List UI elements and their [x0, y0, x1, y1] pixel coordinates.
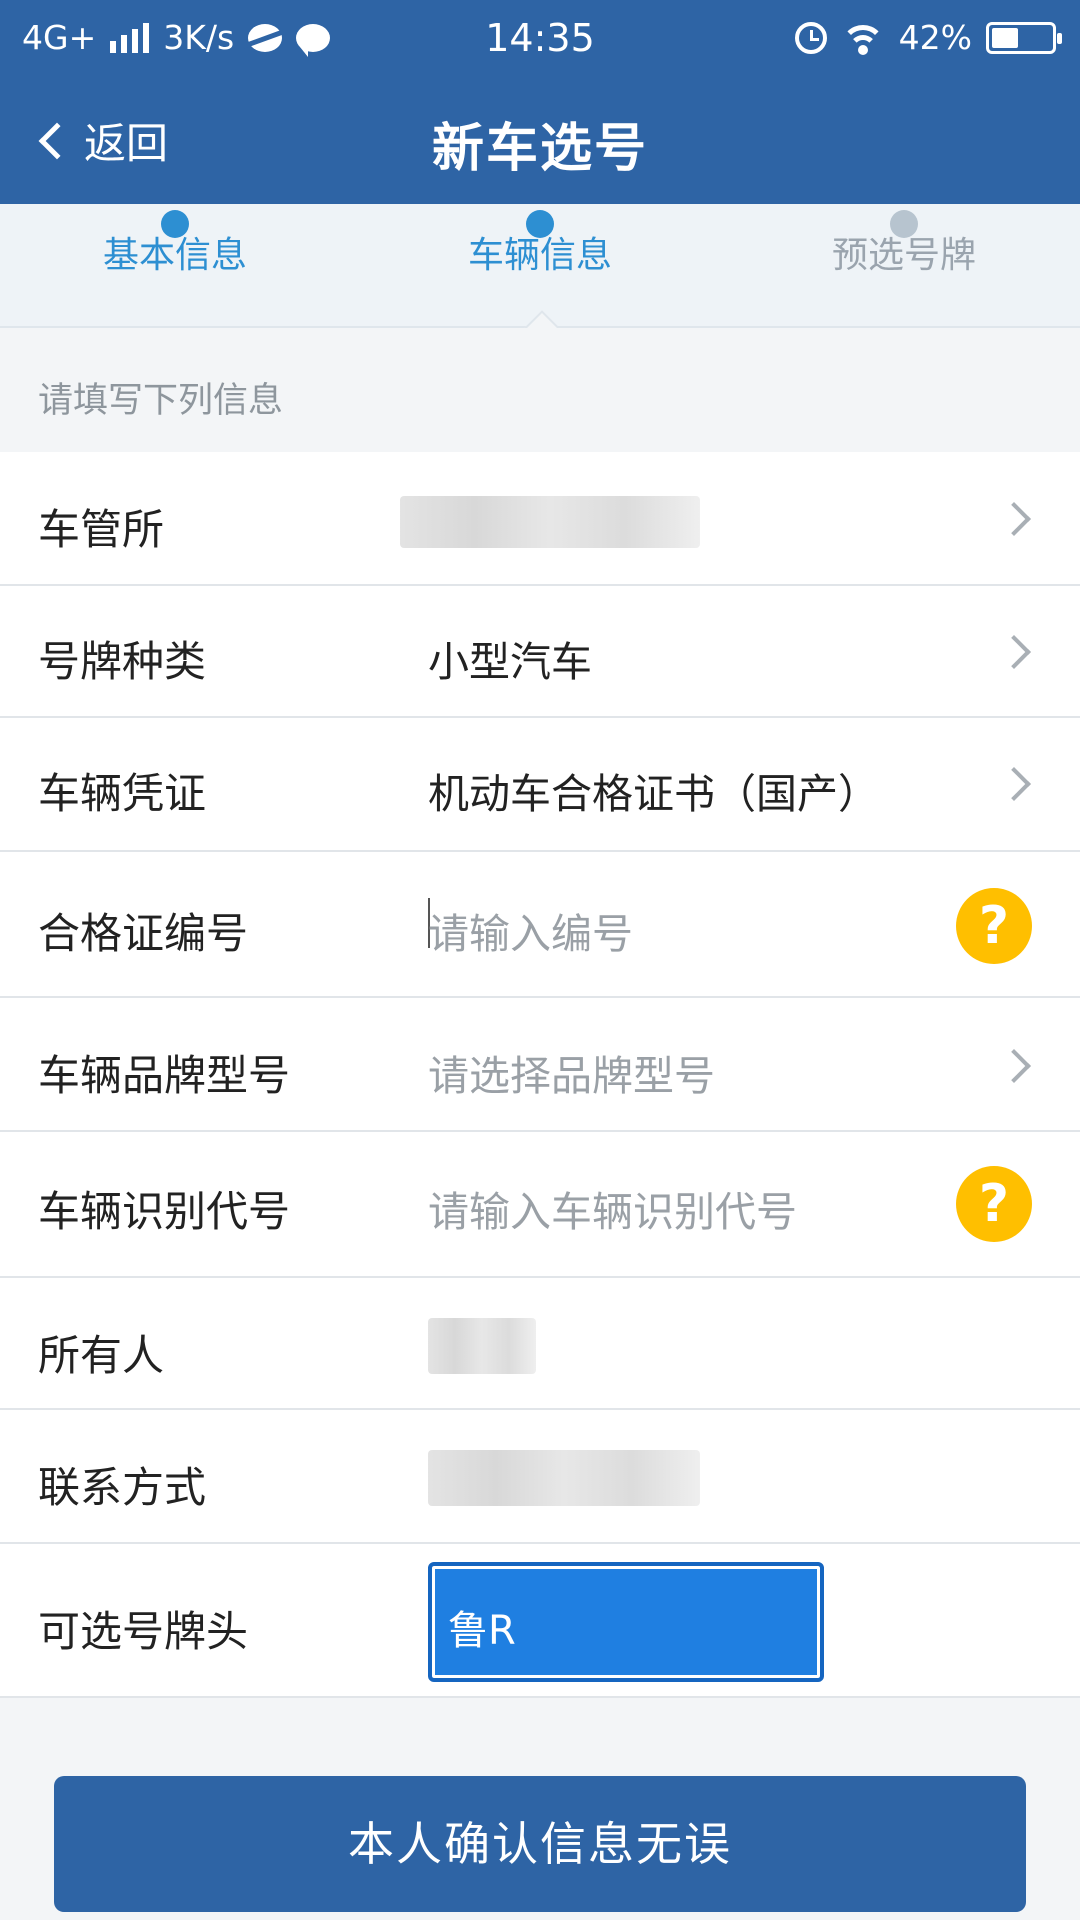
step-vehicle-info: 车辆信息 [390, 210, 690, 278]
field-label: 车管所 [38, 505, 165, 554]
field-label: 车辆凭证 [38, 769, 207, 818]
step-basic-info: 基本信息 [25, 210, 325, 278]
nav-bar: 返回 新车选号 [0, 96, 1080, 186]
step-plate-selection: 预选号牌 [754, 210, 1054, 278]
field-label: 车辆识别代号 [38, 1187, 291, 1236]
vehicle-form: 车管所 号牌种类 小型汽车 车辆凭证 机动车合格证书（国产） 合格证编号 请输入… [0, 452, 1080, 1698]
step-dot [890, 210, 918, 238]
row-vehicle-doc[interactable]: 车辆凭证 机动车合格证书（国产） [0, 718, 1080, 852]
row-cert-number[interactable]: 合格证编号 请输入编号 ? [0, 852, 1080, 998]
app-header: 4G+ 3K/s 14:35 42% 返回 新车选号 [0, 0, 1080, 204]
vin-input[interactable]: 请输入车辆识别代号 [428, 1178, 797, 1238]
row-owner[interactable]: 所有人 [0, 1278, 1080, 1410]
row-plate-type[interactable]: 号牌种类 小型汽车 [0, 586, 1080, 718]
plate-prefix-value: 鲁R [448, 1608, 516, 1654]
field-label: 号牌种类 [38, 637, 207, 686]
current-step-pointer [522, 308, 558, 328]
field-value: 小型汽车 [428, 638, 592, 686]
field-label: 联系方式 [38, 1463, 207, 1512]
battery-percent: 42% [898, 18, 972, 57]
page-title: 新车选号 [431, 119, 648, 179]
row-vin[interactable]: 车辆识别代号 请输入车辆识别代号 ? [0, 1132, 1080, 1278]
chevron-right-icon [997, 767, 1031, 801]
alarm-icon [794, 21, 827, 54]
status-bar: 4G+ 3K/s 14:35 42% [0, 0, 1080, 78]
step-indicator: 基本信息 车辆信息 预选号牌 [0, 204, 1080, 328]
redacted-value [428, 1318, 536, 1374]
step-label: 基本信息 [102, 235, 247, 276]
chevron-right-icon [997, 635, 1031, 669]
row-station[interactable]: 车管所 [0, 452, 1080, 586]
confirm-button[interactable]: 本人确认信息无误 [54, 1776, 1026, 1912]
field-label: 可选号牌头 [38, 1607, 249, 1656]
field-label: 车辆品牌型号 [38, 1051, 291, 1100]
chevron-right-icon [997, 502, 1031, 536]
form-hint: 请填写下列信息 [38, 381, 284, 421]
step-dot [526, 210, 554, 238]
battery-icon [986, 21, 1062, 54]
cert-number-input[interactable]: 请输入编号 [428, 900, 633, 960]
step-label: 车辆信息 [467, 235, 612, 276]
field-label: 所有人 [38, 1331, 165, 1380]
redacted-value [400, 496, 700, 548]
brand-model-picker[interactable]: 请选择品牌型号 [428, 1042, 715, 1102]
question-icon[interactable]: ? [956, 1166, 1032, 1242]
wifi-icon [840, 21, 885, 55]
field-value: 机动车合格证书（国产） [428, 770, 879, 818]
step-label: 预选号牌 [831, 235, 976, 276]
chevron-right-icon [997, 1049, 1031, 1083]
question-icon[interactable]: ? [956, 888, 1032, 964]
step-dot [161, 210, 189, 238]
plate-prefix-select[interactable]: 鲁R [428, 1562, 824, 1682]
field-label: 合格证编号 [38, 909, 249, 958]
row-contact[interactable]: 联系方式 [0, 1410, 1080, 1544]
row-brand-model[interactable]: 车辆品牌型号 请选择品牌型号 [0, 998, 1080, 1132]
redacted-value [428, 1450, 700, 1506]
row-plate-prefix[interactable]: 可选号牌头 鲁R [0, 1544, 1080, 1698]
